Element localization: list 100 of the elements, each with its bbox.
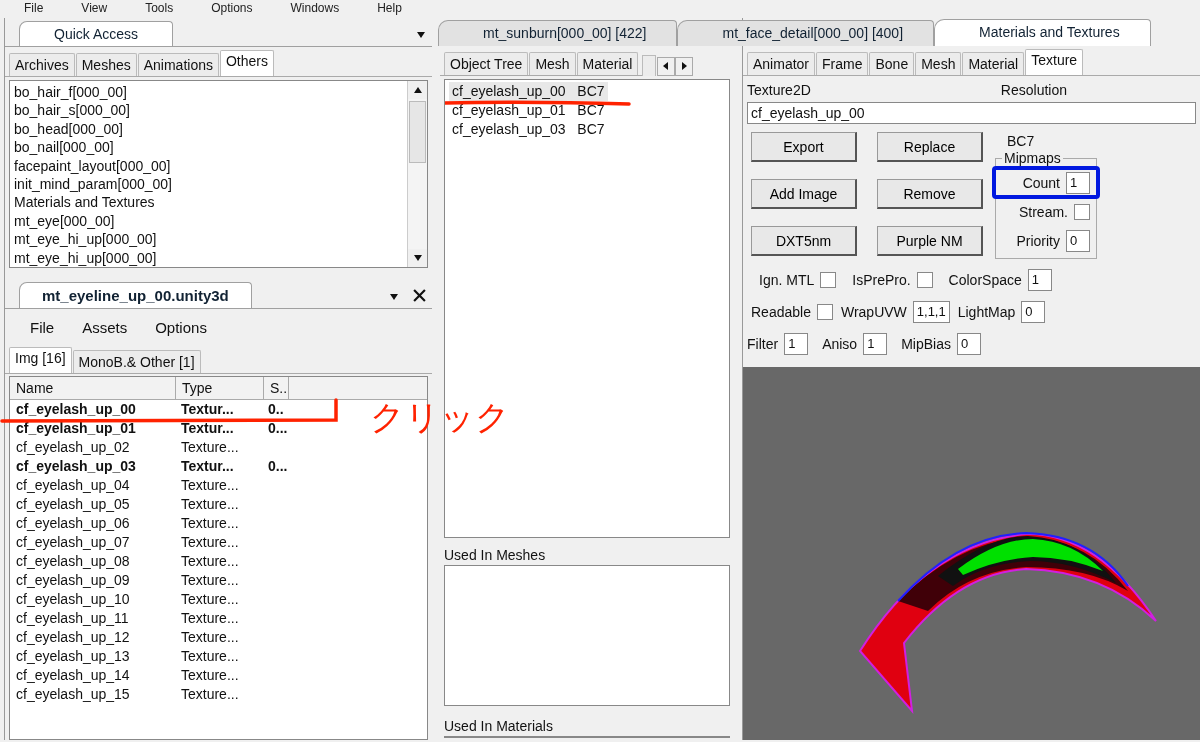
list-item[interactable]: bo_hair_s[000_00] [14,101,403,120]
section-label: Used In Meshes [443,545,547,563]
table-cell[interactable]: cf_eyelash_up_08 [10,552,175,571]
list-item[interactable]: cf_eyelash_up_00 BC7 [449,81,608,101]
tab[interactable]: Meshes [75,53,137,76]
dropdown-icon[interactable] [416,30,426,40]
checkbox[interactable] [1074,204,1090,220]
field-label: Count [1022,175,1060,191]
table-cell[interactable]: cf_eyelash_up_15 [10,685,175,704]
panel-tab[interactable]: mt_eyeline_up_00.unity3d [19,282,252,308]
tab[interactable]: Mesh [529,51,576,75]
menu-item[interactable]: Options [211,1,253,15]
action-button[interactable]: Export [751,132,857,162]
list-item[interactable]: init_mind_param[000_00] [14,175,403,194]
table-cell-text: Texture... [180,609,240,628]
tab[interactable]: Animations [137,53,219,76]
scroll-up-icon[interactable] [412,85,423,95]
list-item[interactable]: bo_head[000_00] [14,119,403,139]
table-cell[interactable]: cf_eyelash_up_07 [10,533,175,552]
checkbox[interactable] [820,272,837,288]
menu-item[interactable]: File [30,319,55,336]
menu-item[interactable]: Windows [290,1,340,15]
field-label: Aniso [822,336,858,352]
tab[interactable]: MonoB.& Other [1] [72,350,201,373]
table-cell-text: Texture... [180,590,240,609]
input-field[interactable]: 1 [863,333,888,355]
table-cell[interactable]: cf_eyelash_up_10 [10,590,175,609]
scroll-down-icon[interactable] [412,253,423,263]
tab[interactable]: Archives [9,53,75,76]
list-item[interactable]: Materials and Textures [14,193,403,212]
option-label: IsPrePro. [852,272,911,288]
table-cell[interactable]: cf_eyelash_up_04 [10,476,175,495]
table-cell[interactable]: cf_eyelash_up_12 [10,628,175,647]
table-cell[interactable]: cf_eyelash_up_09 [10,571,175,590]
table-cell-text: Texture... [180,476,240,495]
list-item[interactable]: mt_eye[000_00] [14,211,403,231]
table-cell-text: 0... [267,457,289,476]
tab[interactable]: Material [576,51,639,75]
table-cell[interactable]: cf_eyelash_up_14 [10,666,175,685]
tab[interactable]: Others [220,50,274,76]
tab[interactable]: Texture [1025,49,1084,75]
table-cell-text: Texture... [180,533,240,552]
document-tab[interactable]: mt_sunburn[000_00] [422] [438,20,678,46]
tab[interactable]: Frame [816,52,869,75]
table-cell[interactable]: cf_eyelash_up_02 [10,438,175,457]
tab[interactable]: Img [16] [9,347,72,373]
input-field[interactable]: cf_eyelash_up_00 [747,102,1196,124]
dropdown-icon[interactable] [389,292,399,302]
table-cell[interactable]: cf_eyelash_up_03 [10,457,175,476]
table-cell[interactable]: cf_eyelash_up_00 [10,400,175,419]
close-icon[interactable] [413,289,426,302]
field-label: LightMap [957,304,1016,320]
checkbox[interactable] [816,304,833,320]
menu-item[interactable]: Help [377,1,402,15]
tab[interactable]: Bone [869,52,915,75]
checkbox[interactable] [916,272,933,288]
menu-item[interactable]: View [81,1,108,15]
input-field[interactable]: 0 [956,333,981,355]
table-cell[interactable]: cf_eyelash_up_01 [10,419,175,438]
input-field[interactable]: 0 [1066,230,1090,252]
table-cell[interactable]: cf_eyelash_up_06 [10,514,175,533]
action-button[interactable]: Add Image [751,179,857,209]
list-item[interactable]: bo_hair_f[000_00] [14,83,403,102]
document-tab[interactable]: mt_face_detail[000_00] [400] [677,20,935,46]
action-button[interactable]: Replace [877,132,983,162]
tab[interactable]: Material [962,52,1025,75]
list-item[interactable]: mt_eye_hi_up[000_00] [14,230,403,249]
input-field[interactable]: 1,1,1 [912,301,950,323]
input-field[interactable]: 1 [784,333,809,355]
action-button[interactable]: Remove [877,179,983,209]
list-item[interactable]: facepaint_layout[000_00] [14,156,403,176]
field-label: Resolution [1000,82,1067,98]
list-item[interactable]: cf_eyelash_up_01 BC7 [449,100,608,120]
tab[interactable]: Animator [747,52,816,75]
field-label: Priority [1016,233,1060,249]
table-cell-text: Textur... [180,419,235,438]
menu-item[interactable]: Assets [82,319,128,336]
scroll-right-button[interactable] [675,56,694,76]
scroll-left-button[interactable] [657,56,676,76]
input-field[interactable]: 1 [1066,172,1090,194]
list-item[interactable]: mt_eye_hi_up[000_00] [14,248,403,267]
input-field[interactable]: 0 [1021,301,1046,323]
table-cell[interactable]: cf_eyelash_up_13 [10,647,175,666]
action-button[interactable]: DXT5nm [751,226,857,256]
input-field[interactable]: 1 [1027,269,1052,291]
menu-item[interactable]: File [24,1,44,15]
table-cell[interactable]: cf_eyelash_up_05 [10,495,175,514]
menu-item[interactable]: Tools [145,1,174,15]
tab[interactable]: Object Tree [444,51,529,75]
table-cell[interactable]: cf_eyelash_up_11 [10,609,175,628]
scrollbar[interactable] [407,81,427,267]
menu-item[interactable]: Options [155,319,207,336]
table-cell-text: Textur... [180,400,235,419]
list-item[interactable]: bo_nail[000_00] [14,138,403,157]
tab[interactable]: Mesh [915,52,962,75]
panel-tab[interactable]: Quick Access [19,21,174,46]
list-item[interactable]: cf_eyelash_up_03 BC7 [449,119,608,139]
action-button[interactable]: Purple NM [877,226,983,256]
document-tab[interactable]: Materials and Textures [934,19,1151,46]
table-cell-text: Texture... [180,552,240,571]
